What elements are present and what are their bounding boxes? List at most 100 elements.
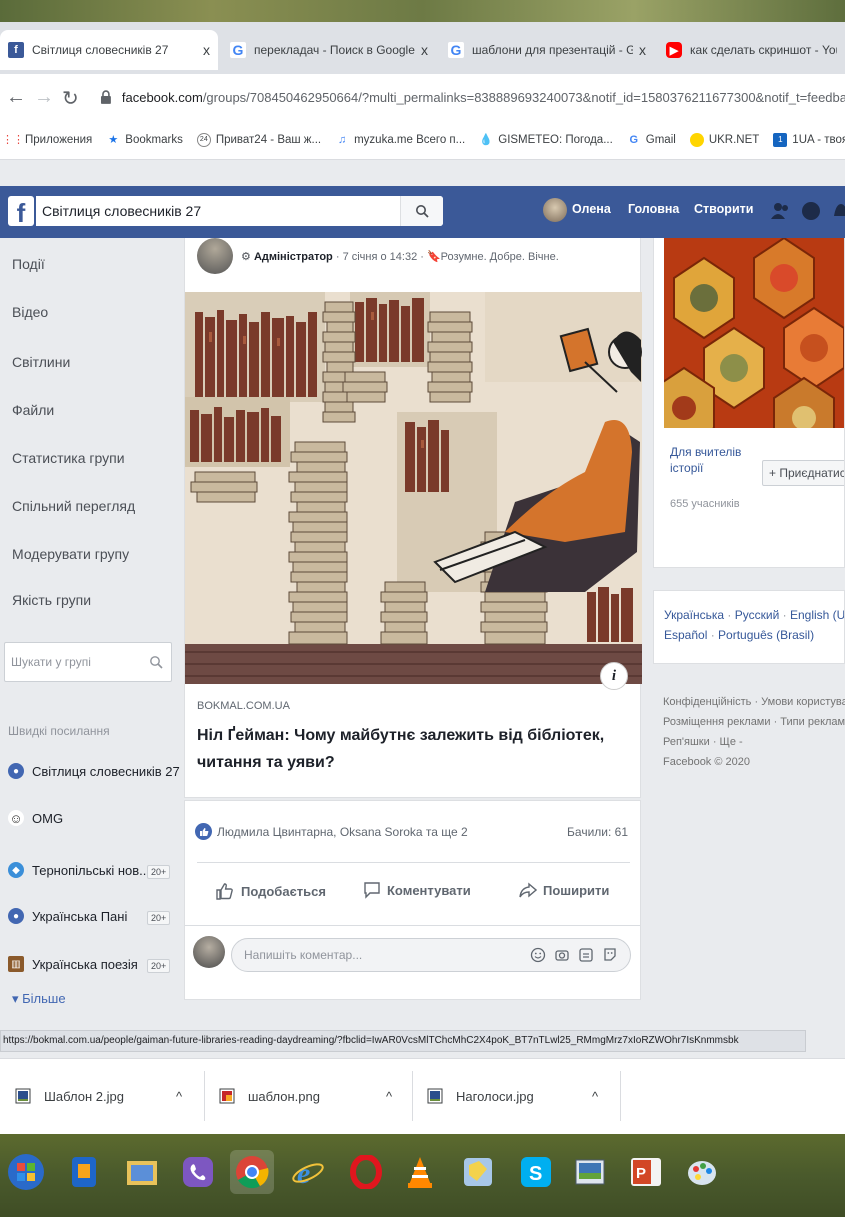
quick-link-ukr-poetry[interactable]: ▥ Українська поезія bbox=[8, 956, 138, 972]
notifications-icon[interactable] bbox=[830, 200, 845, 222]
language-option[interactable]: Русский bbox=[735, 608, 780, 622]
quick-link-svitlytsia[interactable]: ● Світлиця словесників 27 bbox=[8, 763, 180, 779]
post-role: Адміністратор bbox=[253, 251, 333, 263]
opera-icon[interactable] bbox=[344, 1150, 388, 1194]
camera-icon[interactable] bbox=[554, 947, 570, 963]
file-explorer-icon[interactable] bbox=[120, 1150, 164, 1194]
tab-title: шаблони для презентацій - Go bbox=[472, 43, 633, 57]
avatar[interactable] bbox=[193, 936, 225, 968]
reload-icon[interactable]: ↻ bbox=[62, 86, 79, 111]
language-option[interactable]: Українська bbox=[664, 608, 724, 622]
tab-translator-search[interactable]: G перекладач - Поиск в Google x bbox=[222, 30, 436, 70]
suggested-group-members: 655 учасників bbox=[670, 498, 740, 510]
language-option[interactable]: Português (Brasil) bbox=[718, 628, 814, 642]
bookmark-privat24[interactable]: 24 Приват24 - Ваш ж... bbox=[196, 132, 321, 147]
home-link[interactable]: Головна bbox=[628, 202, 679, 216]
group-search-placeholder: Шукати у групі bbox=[11, 655, 91, 669]
tab-youtube[interactable]: ▶ как сделать скриншот - YouTube bbox=[658, 30, 845, 70]
bookmark-ukrnet[interactable]: UKR.NET bbox=[689, 132, 759, 147]
forward-arrow-icon[interactable]: → bbox=[34, 86, 54, 109]
library-illustration bbox=[185, 292, 642, 684]
comment-input[interactable]: Напишіть коментар... bbox=[231, 938, 631, 972]
download-item[interactable]: шаблон.png bbox=[218, 1081, 320, 1111]
messenger-icon[interactable] bbox=[800, 200, 822, 222]
viber-icon[interactable] bbox=[176, 1150, 220, 1194]
youtube-icon: ▶ bbox=[666, 42, 682, 58]
bookmark-1ua[interactable]: 1 1UA - твоя bbox=[773, 132, 845, 147]
info-icon[interactable]: i bbox=[600, 662, 628, 690]
search-icon bbox=[416, 205, 429, 218]
suggested-group-cover[interactable] bbox=[664, 238, 844, 428]
sticker-icon[interactable] bbox=[602, 947, 618, 963]
footer-line[interactable]: Розміщення реклами · Типи реклами bbox=[663, 712, 845, 732]
back-arrow-icon[interactable]: ← bbox=[6, 86, 26, 109]
profile-link[interactable]: Олена bbox=[572, 202, 611, 216]
vlc-icon[interactable] bbox=[398, 1150, 442, 1194]
paint-icon[interactable] bbox=[680, 1150, 724, 1194]
quick-link-ukr-pani[interactable]: ● Українська Пані bbox=[8, 908, 127, 924]
reactions-summary[interactable]: Людмила Цвинтарна, Oksana Soroka та ще 2 bbox=[195, 823, 468, 840]
seen-count[interactable]: Бачили: 61 bbox=[567, 825, 628, 839]
language-option[interactable]: English (US) bbox=[790, 608, 844, 622]
footer-line[interactable]: Конфіденційність · Умови користування bbox=[663, 692, 845, 712]
footer-line[interactable]: Реп'яшки · Ще - bbox=[663, 732, 845, 752]
close-icon[interactable]: x bbox=[639, 42, 646, 58]
close-icon[interactable]: x bbox=[421, 42, 428, 58]
quick-link-label: OMG bbox=[32, 810, 64, 826]
link-title[interactable]: Ніл Ґейман: Чому майбутнє залежить від б… bbox=[197, 722, 617, 776]
media-player-icon[interactable] bbox=[62, 1150, 106, 1194]
avatar[interactable] bbox=[543, 198, 567, 222]
chrome-icon[interactable] bbox=[230, 1150, 274, 1194]
quick-link-ternopil-news[interactable]: ◆ Тернопільські нов... bbox=[8, 862, 150, 878]
facebook-search-input[interactable]: Світлиця словесників 27 bbox=[36, 196, 443, 226]
avatar[interactable] bbox=[197, 238, 233, 274]
bookmarks-bar: ⋮⋮ Приложения ★ Bookmarks 24 Приват24 - Ваш… bbox=[0, 120, 845, 160]
facebook-logo-icon[interactable]: f bbox=[8, 196, 34, 228]
language-option[interactable]: Español bbox=[664, 628, 707, 642]
folder-icon[interactable] bbox=[456, 1150, 500, 1194]
tab-templates-search[interactable]: G шаблони для презентацій - Go x bbox=[440, 30, 654, 70]
chevron-up-icon[interactable]: ^ bbox=[592, 1081, 598, 1111]
nav-group-quality[interactable]: Якість групи bbox=[12, 592, 91, 608]
emoji-icon[interactable] bbox=[530, 947, 546, 963]
nav-group-insights[interactable]: Статистика групи bbox=[12, 450, 125, 466]
tab-svitlytsia[interactable]: f Світлиця словесників 27 x bbox=[0, 30, 218, 70]
bookmark-gmail[interactable]: G Gmail bbox=[627, 133, 676, 147]
close-icon[interactable]: x bbox=[203, 42, 210, 58]
bookmark-apps[interactable]: ⋮⋮ Приложения bbox=[2, 133, 92, 147]
suggested-group-name[interactable]: Для вчителів історії bbox=[670, 444, 755, 476]
comment-button[interactable]: Коментувати bbox=[363, 881, 471, 899]
image-file-icon bbox=[427, 1088, 443, 1104]
internet-explorer-icon[interactable]: e bbox=[286, 1150, 330, 1194]
start-button-icon[interactable] bbox=[4, 1150, 48, 1194]
download-item[interactable]: Шаблон 2.jpg bbox=[14, 1081, 124, 1111]
nav-photos[interactable]: Світлини bbox=[12, 354, 70, 370]
nav-watch-party[interactable]: Спільний перегляд bbox=[12, 498, 135, 514]
search-button[interactable] bbox=[400, 196, 443, 226]
powerpoint-icon[interactable]: P bbox=[624, 1150, 668, 1194]
bookmark-myzuka[interactable]: ♫ myzuka.me Всего п... bbox=[335, 133, 465, 147]
friend-requests-icon[interactable] bbox=[770, 200, 792, 222]
share-button[interactable]: Поширити bbox=[519, 881, 609, 899]
url-field[interactable]: facebook.com /groups/708450462950664/?mu… bbox=[100, 82, 845, 112]
gif-icon[interactable] bbox=[578, 947, 594, 963]
link-preview-image[interactable] bbox=[185, 292, 642, 684]
bookmark-bookmarks[interactable]: ★ Bookmarks bbox=[106, 133, 182, 147]
like-button[interactable]: Подобається bbox=[215, 881, 326, 901]
nav-moderate-group[interactable]: Модерувати групу bbox=[12, 546, 129, 562]
create-link[interactable]: Створити bbox=[694, 202, 753, 216]
divider bbox=[204, 1071, 205, 1121]
picture-viewer-icon[interactable] bbox=[568, 1150, 612, 1194]
chevron-up-icon[interactable]: ^ bbox=[176, 1081, 182, 1111]
quick-link-omg[interactable]: ☺ OMG bbox=[8, 810, 63, 826]
nav-videos[interactable]: Відео bbox=[12, 304, 48, 320]
download-item[interactable]: Наголоси.jpg bbox=[426, 1081, 534, 1111]
group-search-input[interactable]: Шукати у групі bbox=[4, 642, 172, 682]
bookmark-gismeteo[interactable]: 💧 GISMETEO: Погода... bbox=[479, 133, 612, 147]
skype-icon[interactable]: S bbox=[514, 1150, 558, 1194]
nav-files[interactable]: Файли bbox=[12, 402, 54, 418]
see-more-link[interactable]: ▾ Більше bbox=[12, 991, 66, 1007]
join-group-button[interactable]: + Приєднатися bbox=[762, 460, 844, 486]
nav-events[interactable]: Події bbox=[12, 256, 45, 272]
chevron-up-icon[interactable]: ^ bbox=[386, 1081, 392, 1111]
